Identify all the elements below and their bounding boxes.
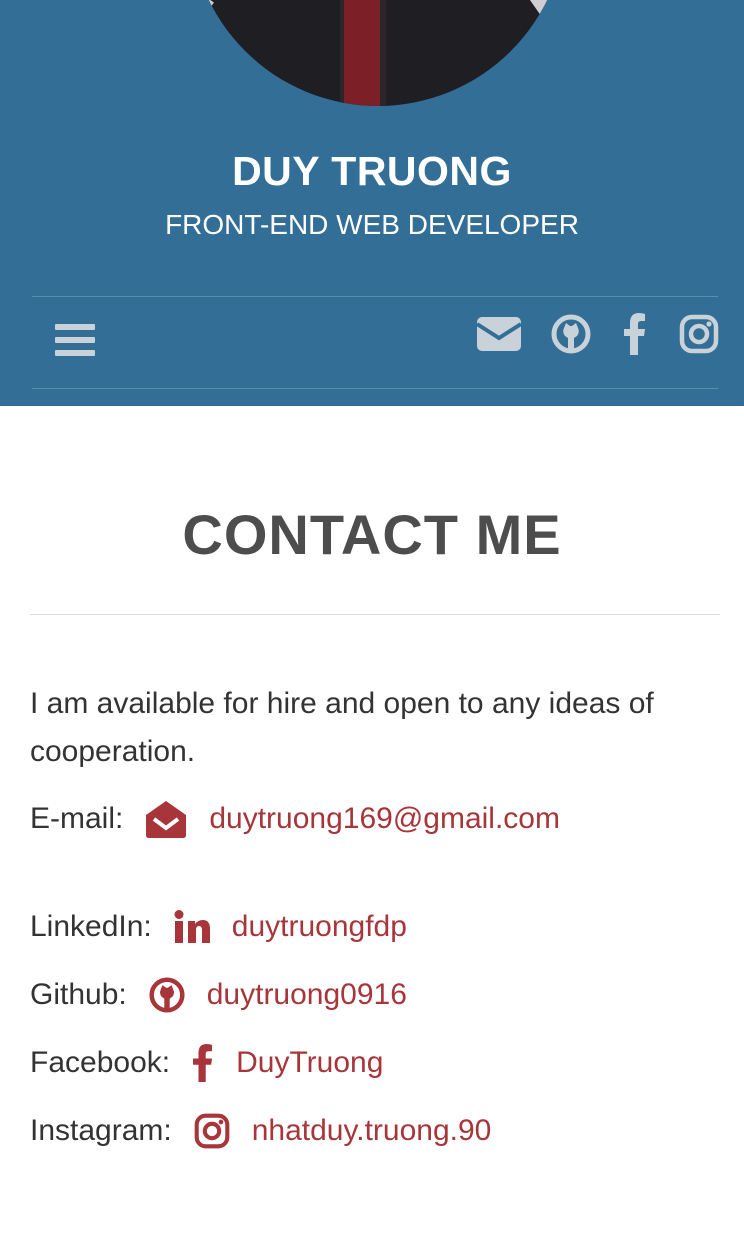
github-label: Github: <box>30 978 127 1011</box>
contact-title-divider <box>30 614 720 615</box>
avatar-collar-right <box>529 0 563 19</box>
github-icon <box>149 977 185 1013</box>
contact-row-instagram: Instagram: nhatduy.truong.90 <box>30 1106 491 1156</box>
facebook-label: Facebook: <box>30 1046 171 1079</box>
linkedin-icon <box>174 910 210 944</box>
facebook-icon <box>192 1044 214 1082</box>
profile-header: DUY TRUONG FRONT-END WEB DEVELOPER <box>0 0 744 406</box>
instagram-icon <box>194 1113 230 1149</box>
envelope-icon[interactable] <box>476 312 522 356</box>
contact-row-facebook: Facebook: DuyTruong <box>30 1038 383 1088</box>
linkedin-label: LinkedIn: <box>30 910 152 943</box>
linkedin-link[interactable]: duytruongfdp <box>232 910 407 944</box>
contact-row-email: E-mail: duytruong169@gmail.com <box>30 794 560 844</box>
hamburger-bar <box>55 350 95 356</box>
contact-intro: I am available for hire and open to any … <box>30 687 654 768</box>
envelope-open-icon <box>145 799 187 839</box>
profile-role: FRONT-END WEB DEVELOPER <box>165 209 579 240</box>
contact-title: CONTACT ME <box>182 503 562 566</box>
avatar-tie <box>344 0 380 106</box>
email-label: E-mail: <box>30 802 124 835</box>
github-link[interactable]: duytruong0916 <box>207 978 407 1012</box>
nav-divider-bottom <box>32 388 718 389</box>
avatar-collar-left <box>190 0 214 19</box>
profile-avatar <box>190 0 566 106</box>
contact-row-github: Github: duytruong0916 <box>30 970 407 1020</box>
profile-name: DUY TRUONG <box>232 148 512 194</box>
instagram-label: Instagram: <box>30 1114 172 1147</box>
facebook-link[interactable]: DuyTruong <box>236 1046 383 1080</box>
hamburger-menu-icon[interactable] <box>55 324 95 358</box>
facebook-icon[interactable] <box>622 312 648 356</box>
instagram-link[interactable]: nhatduy.truong.90 <box>252 1114 492 1148</box>
github-icon[interactable] <box>551 312 591 356</box>
instagram-icon[interactable] <box>679 312 719 356</box>
nav-divider-top <box>32 296 718 297</box>
hamburger-bar <box>55 324 95 330</box>
hamburger-bar <box>55 337 95 343</box>
contact-row-linkedin: LinkedIn: duytruongfdp <box>30 902 407 952</box>
email-link[interactable]: duytruong169@gmail.com <box>209 802 560 836</box>
